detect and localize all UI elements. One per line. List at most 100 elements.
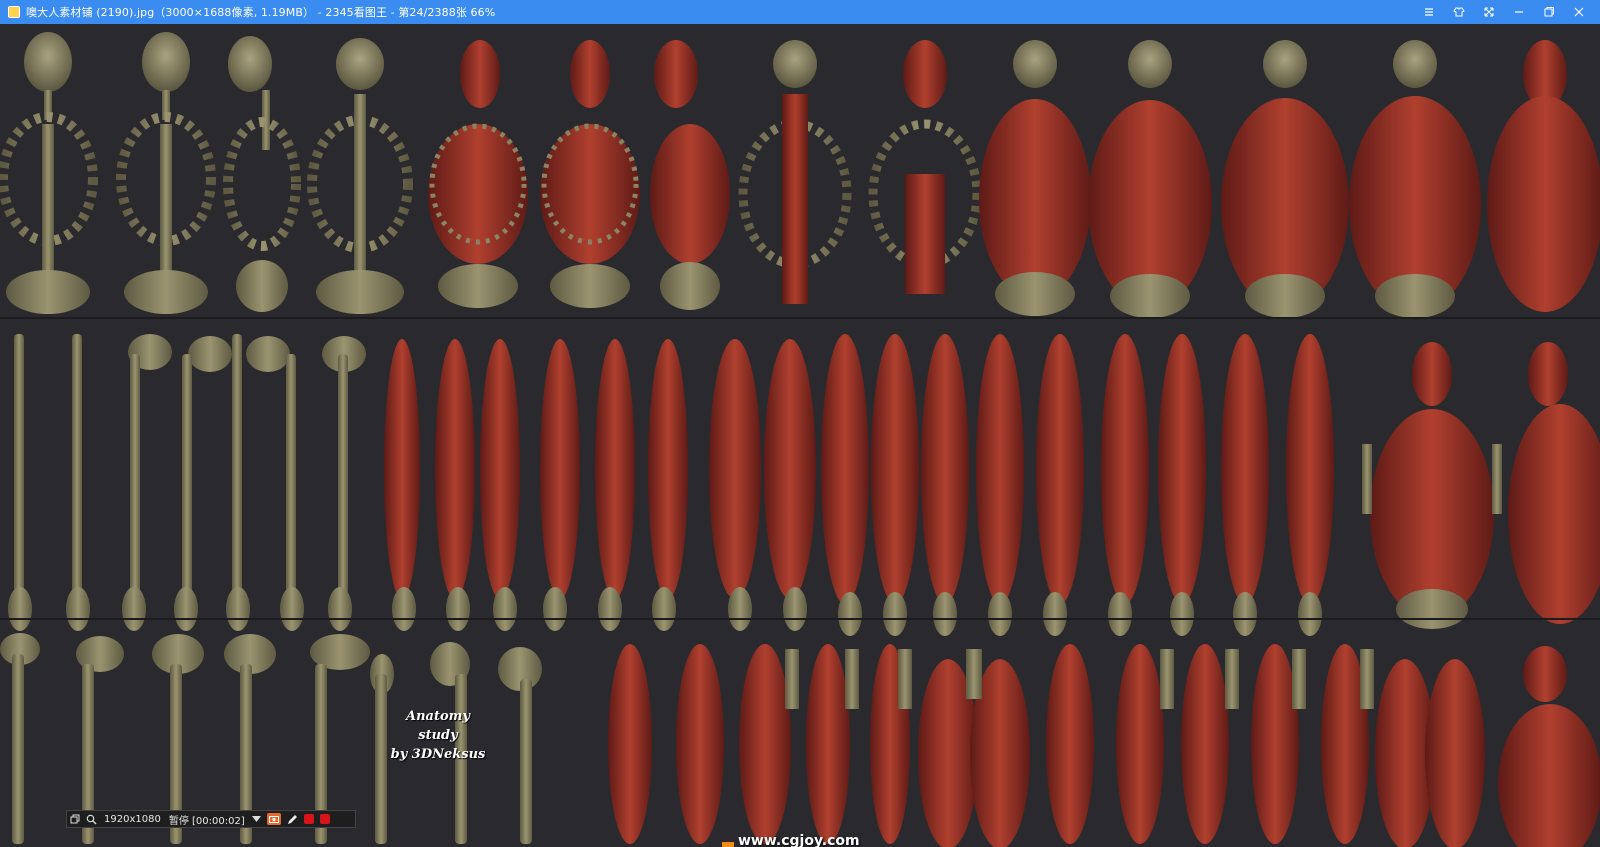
restore-window-button[interactable] bbox=[70, 814, 80, 824]
skeleton-torso-front bbox=[0, 32, 98, 314]
muscle-leg-1 bbox=[608, 644, 652, 844]
muscle-arm-7 bbox=[709, 339, 761, 631]
window-restore-icon bbox=[70, 814, 80, 824]
caption-line-2: by 3DNeksus bbox=[390, 747, 486, 762]
muscle-torso-front-partial bbox=[1487, 40, 1600, 312]
muscle-leg-4 bbox=[806, 644, 859, 844]
record-icon bbox=[303, 814, 314, 824]
muscle-leg-7 bbox=[1046, 644, 1094, 844]
magnifier-icon bbox=[86, 814, 97, 824]
muscle-arm-16 bbox=[1221, 334, 1269, 636]
muscle-arm-2 bbox=[435, 339, 475, 631]
skeleton-torso-side bbox=[223, 36, 301, 312]
site-watermark: www.cgjoy.com bbox=[722, 830, 860, 847]
muscle-leg-8 bbox=[1116, 644, 1174, 844]
muscle-arm-1 bbox=[384, 339, 420, 631]
muscle-leg-2 bbox=[676, 644, 724, 844]
minimize-button[interactable] bbox=[1504, 0, 1534, 24]
muscle-arm-12 bbox=[976, 334, 1024, 636]
muscle-figure-partial bbox=[1498, 646, 1600, 847]
muscle-arm-15 bbox=[1158, 334, 1206, 636]
muscle-torso-back-3 bbox=[1221, 40, 1349, 318]
stop-icon bbox=[319, 814, 330, 824]
muscle-leg-11 bbox=[1321, 644, 1374, 844]
menu-icon bbox=[1425, 8, 1433, 16]
zoom-button[interactable] bbox=[86, 814, 97, 825]
muscle-torso-front-organs bbox=[428, 40, 528, 308]
muscle-torso-back-4 bbox=[1349, 40, 1481, 318]
maximize-button[interactable] bbox=[1534, 0, 1564, 24]
window-title: 噢大人素材铺 (2190).jpg（3000×1688像素, 1.19MB） -… bbox=[26, 6, 496, 19]
muscle-arm-17 bbox=[1286, 334, 1334, 636]
muscle-arm-9 bbox=[821, 334, 869, 636]
image-caption: Anatomy study by 3DNeksus bbox=[388, 707, 488, 764]
muscle-arm-14 bbox=[1101, 334, 1149, 636]
camera-button[interactable] bbox=[266, 813, 281, 825]
muscle-torso-front-full bbox=[1362, 342, 1502, 629]
muscle-leg-5 bbox=[870, 644, 912, 844]
window-controls bbox=[1414, 0, 1594, 24]
skeleton-leg-8 bbox=[498, 647, 542, 844]
skeleton-arm-5 bbox=[226, 334, 250, 631]
stop-button[interactable] bbox=[319, 814, 330, 824]
skeleton-arm-3 bbox=[122, 334, 172, 631]
logo-icon bbox=[722, 842, 734, 847]
muscle-torso-side-partial bbox=[1508, 342, 1600, 624]
menu-button[interactable] bbox=[1414, 0, 1444, 24]
capture-resolution: 1920x1080 bbox=[104, 813, 161, 825]
fullscreen-button[interactable] bbox=[1474, 0, 1504, 24]
close-icon bbox=[1574, 7, 1584, 17]
maximize-icon bbox=[1544, 7, 1554, 17]
muscle-arm-3 bbox=[480, 339, 520, 631]
muscle-leg-10 bbox=[1251, 644, 1306, 844]
muscle-torso-back-spine bbox=[738, 40, 852, 304]
row-divider-1 bbox=[0, 317, 1600, 319]
muscle-arm-10 bbox=[871, 334, 919, 636]
skeleton-arm-6 bbox=[246, 336, 304, 631]
skeleton-arm-4 bbox=[174, 336, 232, 631]
skeleton-leg-1 bbox=[0, 633, 40, 844]
muscle-arm-6 bbox=[648, 339, 688, 631]
capture-status: 暂停 [00:00:02] bbox=[168, 815, 245, 827]
muscle-leg-3 bbox=[739, 644, 799, 844]
muscle-arm-8 bbox=[764, 339, 816, 631]
muscle-torso-back-2 bbox=[1088, 40, 1212, 318]
pen-icon bbox=[287, 814, 297, 824]
skin-button[interactable] bbox=[1444, 0, 1474, 24]
muscle-arm-13 bbox=[1036, 334, 1084, 636]
skeleton-torso-back bbox=[307, 38, 413, 314]
muscle-arm-11 bbox=[921, 334, 969, 636]
muscle-torso-front-abdomen bbox=[868, 40, 982, 294]
muscle-torso-front-organs-2 bbox=[540, 40, 640, 308]
fullscreen-icon bbox=[1484, 7, 1494, 17]
muscle-leg-12 bbox=[1375, 659, 1485, 847]
caption-line-1: Anatomy study bbox=[406, 709, 470, 743]
minimize-icon bbox=[1515, 11, 1523, 13]
dropdown-button[interactable] bbox=[251, 816, 261, 822]
skeleton-arm-7 bbox=[322, 336, 366, 631]
camera-icon bbox=[266, 813, 281, 825]
muscle-torso-side bbox=[650, 40, 730, 310]
title-bar[interactable]: 噢大人素材铺 (2190).jpg（3000×1688像素, 1.19MB） -… bbox=[0, 0, 1600, 24]
record-button[interactable] bbox=[303, 814, 314, 824]
skin-icon bbox=[1453, 7, 1465, 17]
muscle-torso-back-1 bbox=[979, 40, 1091, 316]
skeleton-torso-front-2 bbox=[116, 32, 216, 314]
caret-down-icon bbox=[251, 816, 261, 822]
image-canvas[interactable]: Anatomy study by 3DNeksus 1920x1080 暂停 [… bbox=[0, 24, 1600, 847]
app-icon bbox=[8, 6, 20, 18]
row-torsos bbox=[0, 32, 1600, 318]
skeleton-arm-1 bbox=[8, 334, 32, 631]
muscle-arm-5 bbox=[595, 339, 635, 631]
muscle-leg-9 bbox=[1181, 644, 1239, 844]
muscle-leg-6 bbox=[918, 649, 1030, 847]
capture-toolbar: 1920x1080 暂停 [00:00:02] bbox=[66, 810, 356, 828]
skeleton-arm-2 bbox=[66, 334, 90, 631]
close-button[interactable] bbox=[1564, 0, 1594, 24]
site-watermark-text: www.cgjoy.com bbox=[738, 833, 860, 847]
pen-button[interactable] bbox=[287, 814, 298, 825]
row-arms bbox=[8, 334, 1600, 636]
row-divider-2 bbox=[0, 618, 1600, 620]
image-viewer-window: 噢大人素材铺 (2190).jpg（3000×1688像素, 1.19MB） -… bbox=[0, 0, 1600, 847]
anatomy-sheet bbox=[0, 32, 1600, 847]
